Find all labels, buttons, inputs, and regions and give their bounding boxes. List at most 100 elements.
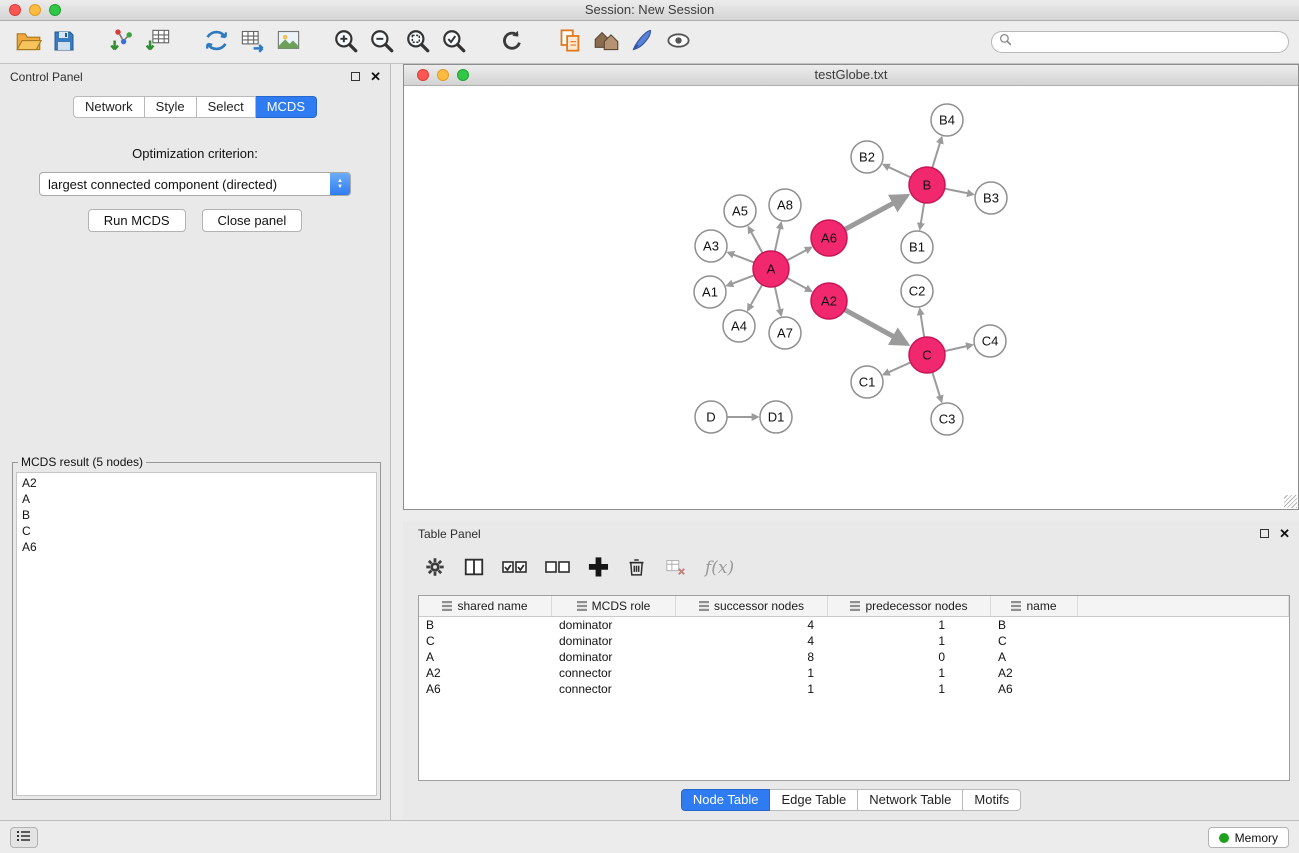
network-edge-B-B1[interactable] bbox=[920, 203, 924, 229]
network-edge-A-A4[interactable] bbox=[748, 285, 762, 311]
network-graph[interactable]: B4B2BB3A5A8A6B1A3AA1C2A2A4A7C4CC1C3DD1 bbox=[404, 86, 1298, 509]
network-node-B2[interactable]: B2 bbox=[851, 141, 883, 173]
home-button[interactable] bbox=[588, 24, 624, 60]
export-image-button[interactable] bbox=[270, 24, 306, 60]
network-edge-A2-C[interactable] bbox=[845, 310, 907, 344]
network-node-A8[interactable]: A8 bbox=[769, 189, 801, 221]
table-row[interactable]: Cdominator41C bbox=[419, 633, 1289, 649]
network-node-A3[interactable]: A3 bbox=[695, 230, 727, 262]
network-node-B1[interactable]: B1 bbox=[901, 231, 933, 263]
network-node-A2[interactable]: A2 bbox=[811, 283, 847, 319]
export-table-button[interactable] bbox=[234, 24, 270, 60]
network-edge-A-A7[interactable] bbox=[775, 287, 781, 316]
column-header-mcds-role[interactable]: MCDS role bbox=[552, 596, 676, 616]
network-node-A1[interactable]: A1 bbox=[694, 276, 726, 308]
add-column-button[interactable]: ✚ bbox=[588, 553, 609, 583]
tab-node-table[interactable]: Node Table bbox=[681, 789, 771, 811]
column-header-shared-name[interactable]: shared name bbox=[419, 596, 552, 616]
minimize-window-button[interactable] bbox=[29, 4, 41, 16]
network-edge-B-B2[interactable] bbox=[883, 165, 910, 178]
network-node-A4[interactable]: A4 bbox=[723, 310, 755, 342]
import-table-button[interactable] bbox=[140, 24, 176, 60]
search-box[interactable] bbox=[991, 31, 1289, 53]
delete-table-button[interactable] bbox=[664, 553, 688, 583]
tab-network[interactable]: Network bbox=[73, 96, 145, 118]
tab-style[interactable]: Style bbox=[145, 96, 197, 118]
tab-select[interactable]: Select bbox=[197, 96, 256, 118]
network-node-A7[interactable]: A7 bbox=[769, 317, 801, 349]
copy-view-button[interactable] bbox=[552, 24, 588, 60]
network-edge-A-A3[interactable] bbox=[728, 252, 754, 262]
network-node-A[interactable]: A bbox=[753, 251, 789, 287]
network-edge-C-C2[interactable] bbox=[920, 309, 924, 337]
zoom-in-button[interactable] bbox=[328, 24, 364, 60]
run-mcds-button[interactable]: Run MCDS bbox=[88, 209, 186, 232]
network-edge-A-A1[interactable] bbox=[727, 275, 754, 285]
network-node-B4[interactable]: B4 bbox=[931, 104, 963, 136]
column-header-successor-nodes[interactable]: successor nodes bbox=[676, 596, 828, 616]
select-all-button[interactable] bbox=[502, 553, 528, 583]
network-edge-A-A8[interactable] bbox=[775, 223, 781, 252]
save-session-button[interactable] bbox=[46, 24, 82, 60]
search-input[interactable] bbox=[1016, 35, 1281, 49]
close-panel-button[interactable]: Close panel bbox=[202, 209, 303, 232]
table-row[interactable]: A6connector11A6 bbox=[419, 681, 1289, 697]
network-view-button[interactable] bbox=[198, 24, 234, 60]
network-edge-A-A5[interactable] bbox=[748, 227, 762, 253]
import-network-button[interactable] bbox=[104, 24, 140, 60]
network-node-B[interactable]: B bbox=[909, 167, 945, 203]
show-hide-button[interactable] bbox=[660, 24, 696, 60]
annotation-button[interactable] bbox=[624, 24, 660, 60]
show-columns-button[interactable] bbox=[463, 553, 485, 583]
network-node-C4[interactable]: C4 bbox=[974, 325, 1006, 357]
result-item[interactable]: A2 bbox=[22, 475, 371, 491]
network-node-A5[interactable]: A5 bbox=[724, 195, 756, 227]
network-node-A6[interactable]: A6 bbox=[811, 220, 847, 256]
close-panel-icon[interactable]: ✕ bbox=[370, 71, 381, 82]
network-edge-C-C4[interactable] bbox=[945, 345, 973, 351]
column-header-predecessor-nodes[interactable]: predecessor nodes bbox=[828, 596, 991, 616]
table-settings-button[interactable] bbox=[424, 553, 446, 583]
criterion-dropdown[interactable]: largest connected component (directed) ▲… bbox=[39, 172, 351, 196]
result-item[interactable]: A bbox=[22, 491, 371, 507]
network-node-C1[interactable]: C1 bbox=[851, 366, 883, 398]
network-node-D1[interactable]: D1 bbox=[760, 401, 792, 433]
result-item[interactable]: B bbox=[22, 507, 371, 523]
column-header-name[interactable]: name bbox=[991, 596, 1078, 616]
memory-button[interactable]: Memory bbox=[1208, 827, 1289, 848]
table-row[interactable]: Bdominator41B bbox=[419, 617, 1289, 633]
result-item[interactable]: C bbox=[22, 523, 371, 539]
network-edge-A6-B[interactable] bbox=[845, 196, 907, 229]
network-node-C3[interactable]: C3 bbox=[931, 403, 963, 435]
zoom-selected-button[interactable] bbox=[436, 24, 472, 60]
tab-edge-table[interactable]: Edge Table bbox=[770, 789, 858, 811]
table-close-panel-icon[interactable]: ✕ bbox=[1279, 528, 1290, 539]
network-edge-C-C3[interactable] bbox=[932, 372, 941, 402]
delete-column-button[interactable] bbox=[626, 553, 647, 583]
table-float-panel-icon[interactable] bbox=[1260, 529, 1269, 538]
result-item[interactable]: A6 bbox=[22, 539, 371, 555]
task-history-button[interactable] bbox=[10, 827, 38, 848]
zoom-fit-button[interactable] bbox=[400, 24, 436, 60]
network-node-C[interactable]: C bbox=[909, 337, 945, 373]
resize-grip-icon[interactable] bbox=[1284, 495, 1297, 508]
table-row[interactable]: A2connector11A2 bbox=[419, 665, 1289, 681]
tab-motifs[interactable]: Motifs bbox=[963, 789, 1021, 811]
network-node-D[interactable]: D bbox=[695, 401, 727, 433]
zoom-out-button[interactable] bbox=[364, 24, 400, 60]
zoom-window-button[interactable] bbox=[49, 4, 61, 16]
refresh-button[interactable] bbox=[494, 24, 530, 60]
network-zoom-button[interactable] bbox=[457, 69, 469, 81]
mcds-result-list[interactable]: A2ABCA6 bbox=[16, 472, 377, 796]
tab-mcds[interactable]: MCDS bbox=[256, 96, 317, 118]
deselect-all-button[interactable] bbox=[545, 553, 571, 583]
network-edge-B-B3[interactable] bbox=[945, 189, 974, 195]
close-window-button[interactable] bbox=[9, 4, 21, 16]
network-minimize-button[interactable] bbox=[437, 69, 449, 81]
network-edge-A-A2[interactable] bbox=[787, 278, 812, 292]
tab-network-table[interactable]: Network Table bbox=[858, 789, 963, 811]
float-panel-icon[interactable] bbox=[351, 72, 360, 81]
open-session-button[interactable] bbox=[10, 24, 46, 60]
network-edge-B-B4[interactable] bbox=[932, 137, 941, 168]
network-node-B3[interactable]: B3 bbox=[975, 182, 1007, 214]
